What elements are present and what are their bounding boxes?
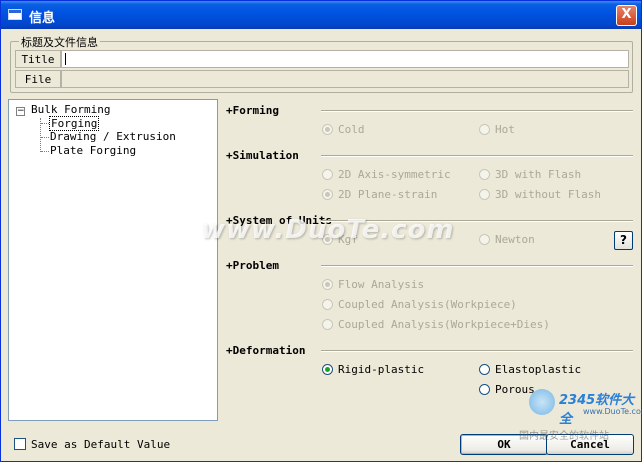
radio-newton[interactable]: Newton	[479, 233, 535, 246]
group-legend: 标题及文件信息	[19, 34, 100, 50]
radio-dot	[322, 169, 333, 180]
radio-dot	[322, 189, 333, 200]
window-icon	[8, 9, 22, 20]
radio-2d-axis-symmetric[interactable]: 2D Axis-symmetric	[322, 168, 451, 181]
radio-2d-plane-label: 2D Plane-strain	[338, 188, 438, 201]
radio-cold[interactable]: Cold	[322, 123, 365, 136]
radio-coupled-dies-label: Coupled Analysis(Workpiece+Dies)	[338, 318, 550, 331]
radio-dot	[479, 364, 490, 375]
radio-2d-plane-strain[interactable]: 2D Plane-strain	[322, 188, 437, 201]
radio-dot	[322, 279, 333, 290]
section-divider	[321, 155, 633, 157]
dialog-window: 信息 X 标题及文件信息 Title File − Bulk Forming F…	[0, 0, 642, 462]
radio-dot	[322, 299, 333, 310]
radio-rigid-plastic[interactable]: Rigid-plastic	[322, 363, 424, 376]
radio-cold-label: Cold	[338, 123, 365, 136]
section-forming-title: +Forming	[226, 104, 279, 117]
radio-dot	[322, 364, 333, 375]
radio-dot	[479, 124, 490, 135]
watermark-url: www.DuoTe.com	[583, 407, 642, 416]
tree-node-drawing-extrusion[interactable]: Drawing / Extrusion	[50, 130, 176, 143]
watermark-text: www.DuoTe.com	[201, 215, 455, 245]
radio-3d-without-flash[interactable]: 3D without Flash	[479, 188, 601, 201]
radio-rigid-label: Rigid-plastic	[338, 363, 425, 376]
header-info-group: 标题及文件信息 Title File	[10, 34, 633, 93]
radio-coupled-workpiece-dies[interactable]: Coupled Analysis(Workpiece+Dies)	[322, 318, 550, 331]
radio-elasto-label: Elastoplastic	[495, 363, 582, 376]
mascot-icon	[529, 389, 555, 415]
radio-dot	[479, 189, 490, 200]
radio-3d-with-flash[interactable]: 3D with Flash	[479, 168, 581, 181]
title-bar[interactable]: 信息 X	[1, 1, 641, 29]
tree-node-plate-forging[interactable]: Plate Forging	[50, 144, 136, 157]
radio-hot[interactable]: Hot	[479, 123, 515, 136]
options-panel: +Forming Cold Hot +Simulation 2D Axis-sy…	[221, 99, 637, 421]
tree-connector	[41, 151, 49, 152]
radio-dot	[479, 234, 490, 245]
radio-3d-flash-label: 3D with Flash	[495, 168, 582, 181]
checkbox-box	[14, 438, 26, 450]
title-input[interactable]	[61, 50, 629, 68]
radio-dot	[322, 124, 333, 135]
radio-newton-label: Newton	[495, 233, 535, 246]
radio-porous[interactable]: Porous	[479, 383, 535, 396]
radio-coupled-workpiece[interactable]: Coupled Analysis(Workpiece)	[322, 298, 517, 311]
section-divider	[321, 110, 633, 112]
section-deformation-title: +Deformation	[226, 344, 306, 357]
radio-dot	[479, 384, 490, 395]
section-divider	[321, 265, 633, 267]
section-divider	[321, 350, 633, 352]
tree-node-bulk-forming[interactable]: Bulk Forming	[31, 103, 110, 116]
window-title: 信息	[29, 11, 56, 26]
section-problem-title: +Problem	[226, 259, 279, 272]
radio-hot-label: Hot	[495, 123, 515, 136]
title-label: Title	[15, 50, 61, 68]
tree-connector	[41, 123, 49, 124]
radio-coupled-wp-label: Coupled Analysis(Workpiece)	[338, 298, 517, 311]
text-caret	[65, 53, 66, 65]
radio-dot	[479, 169, 490, 180]
site-watermark: 2345软件大全 www.DuoTe.com 国内最安全的软件站	[519, 385, 642, 443]
collapse-icon[interactable]: −	[16, 107, 25, 116]
file-label: File	[15, 70, 61, 88]
tree-node-forging[interactable]: Forging	[49, 116, 100, 131]
help-button[interactable]: ?	[614, 231, 633, 250]
radio-flow-analysis[interactable]: Flow Analysis	[322, 278, 424, 291]
process-tree[interactable]: − Bulk Forming Forging Drawing / Extrusi…	[8, 99, 218, 421]
save-default-checkbox[interactable]: Save as Default Value	[14, 438, 170, 451]
radio-3d-noflash-label: 3D without Flash	[495, 188, 601, 201]
watermark-sub: 国内最安全的软件站	[519, 431, 609, 442]
radio-elastoplastic[interactable]: Elastoplastic	[479, 363, 581, 376]
save-default-label: Save as Default Value	[31, 438, 171, 451]
radio-dot	[322, 319, 333, 330]
radio-2d-axis-label: 2D Axis-symmetric	[338, 168, 451, 181]
radio-flow-label: Flow Analysis	[338, 278, 425, 291]
tree-connector	[41, 137, 49, 138]
close-button[interactable]: X	[616, 5, 637, 26]
file-input[interactable]	[61, 70, 629, 88]
section-simulation-title: +Simulation	[226, 149, 299, 162]
